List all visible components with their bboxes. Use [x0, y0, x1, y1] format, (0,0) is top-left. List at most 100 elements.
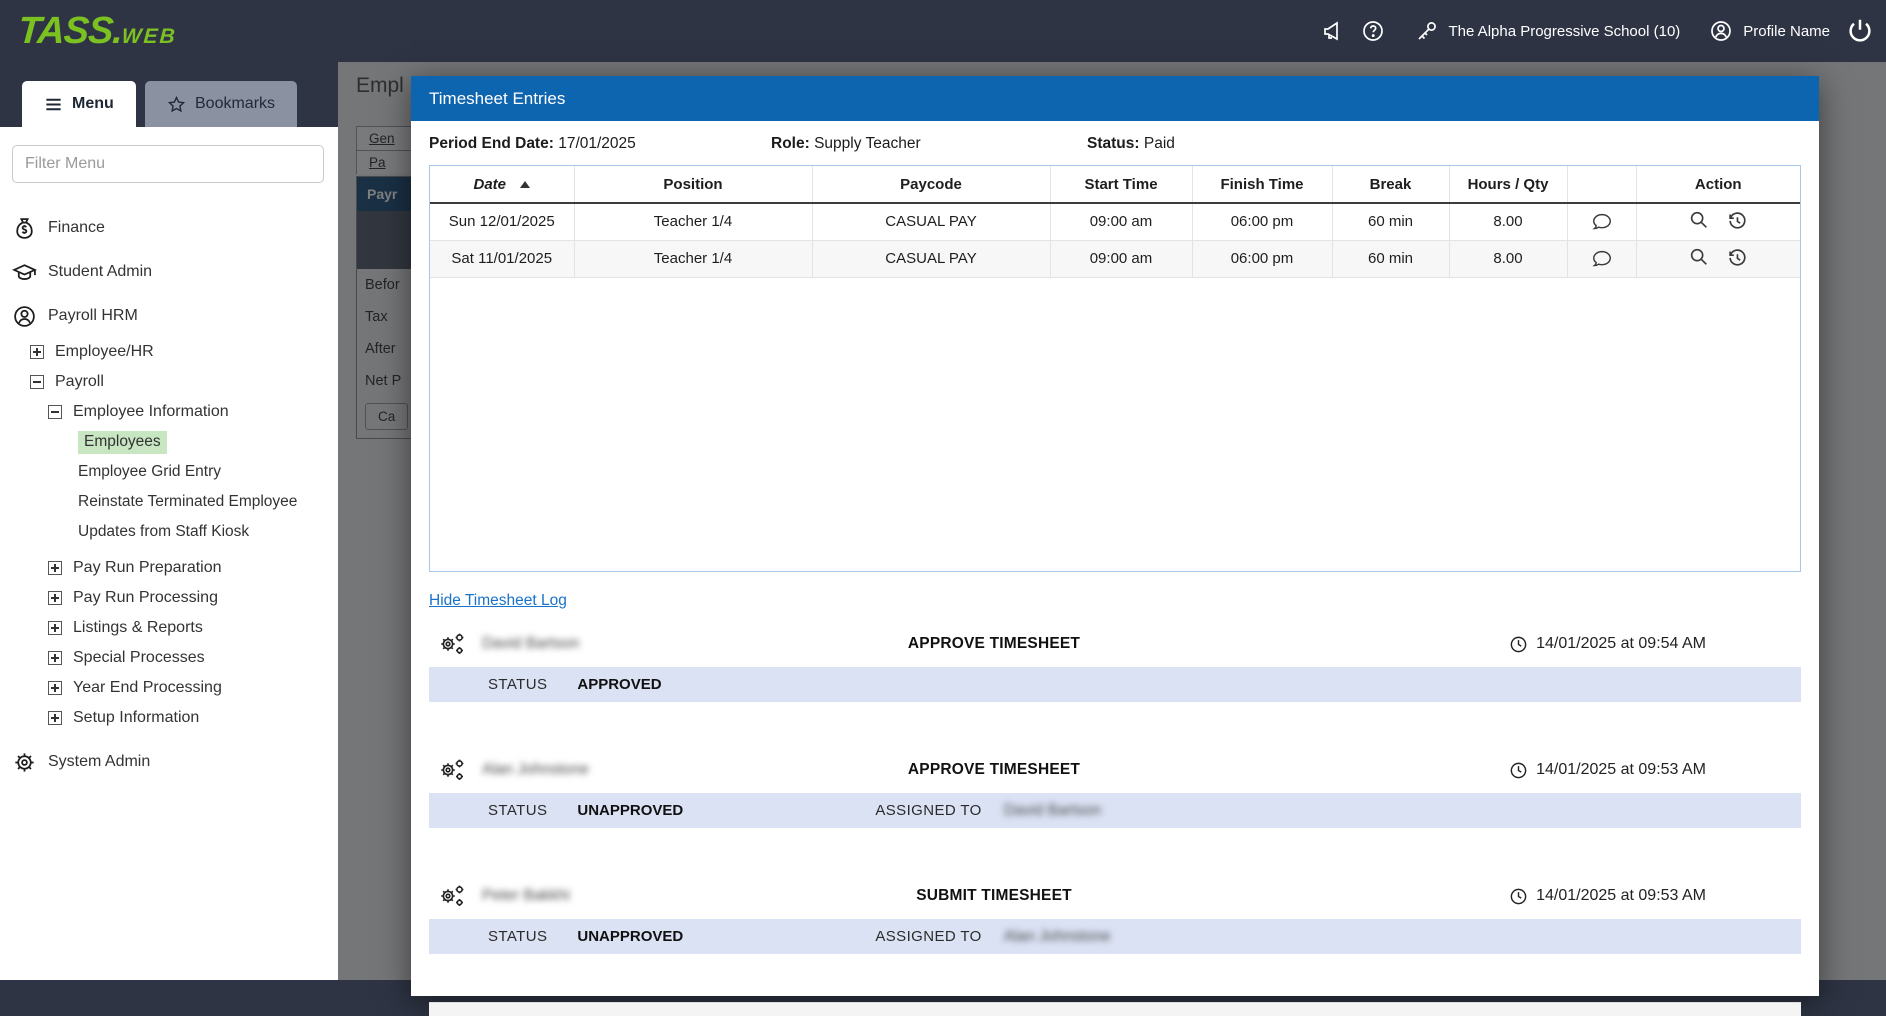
log-assigned-label: ASSIGNED TO: [875, 802, 981, 819]
log-assigned-value: David Bartson: [1004, 802, 1101, 820]
log-action-label: APPROVE TIMESHEET: [779, 761, 1209, 779]
cell-break: 60 min: [1332, 203, 1449, 240]
status-value: Paid: [1144, 135, 1175, 152]
sidebar-item-pay-run-processing[interactable]: Pay Run Processing: [48, 583, 332, 613]
comment-bubble-icon[interactable]: [1591, 211, 1613, 233]
table-row[interactable]: Sun 12/01/2025 Teacher 1/4 CASUAL PAY 09…: [430, 203, 1800, 240]
column-header-comment: [1567, 166, 1636, 203]
logo-text-web: WEB: [121, 25, 178, 48]
sidebar-item-employee-information[interactable]: Employee Information: [48, 397, 332, 427]
sidebar-item-updates-from-staff-kiosk[interactable]: Updates from Staff Kiosk: [78, 517, 332, 547]
tab-menu[interactable]: Menu: [22, 81, 136, 127]
sidebar-item-payroll[interactable]: Payroll: [30, 367, 332, 397]
profile-name: Profile Name: [1743, 23, 1830, 40]
table-header-row: Date Position Paycode Start Time Finish …: [430, 166, 1800, 203]
sidebar-item-employee-grid-entry[interactable]: Employee Grid Entry: [78, 457, 332, 487]
view-details-magnifier-icon[interactable]: [1688, 209, 1710, 231]
timesheet-entries-modal: Timesheet Entries Period End Date: 17/01…: [411, 76, 1819, 996]
expander-minus-icon[interactable]: [48, 405, 62, 419]
sidebar-item-payroll-hrm[interactable]: Payroll HRM: [12, 301, 332, 331]
column-header-date[interactable]: Date: [430, 166, 574, 203]
log-user-name: Peter Bakkhi: [482, 887, 570, 905]
column-header-paycode[interactable]: Paycode: [812, 166, 1050, 203]
sidebar-item-label: Employee Information: [73, 403, 229, 421]
cell-date: Sat 11/01/2025: [430, 240, 574, 277]
main-content-area: Empl Gen Pa Payr Befor Tax After Net P C…: [338, 62, 1886, 980]
sidebar-item-label: Reinstate Terminated Employee: [78, 493, 297, 511]
table-row[interactable]: Sat 11/01/2025 Teacher 1/4 CASUAL PAY 09…: [430, 240, 1800, 277]
logout-power-icon[interactable]: [1844, 15, 1876, 47]
expander-plus-icon[interactable]: [30, 345, 44, 359]
graduation-cap-icon: [12, 260, 37, 285]
cell-start-time: 09:00 am: [1050, 203, 1192, 240]
sidebar-item-employee-hr[interactable]: Employee/HR: [30, 337, 332, 367]
hide-timesheet-log-link[interactable]: Hide Timesheet Log: [429, 592, 567, 610]
sidebar-item-employees[interactable]: Employees: [78, 427, 332, 457]
expander-plus-icon[interactable]: [48, 591, 62, 605]
menu-tab-label: Menu: [72, 95, 114, 113]
expander-minus-icon[interactable]: [30, 375, 44, 389]
sidebar-item-listings-reports[interactable]: Listings & Reports: [48, 613, 332, 643]
log-entry: Alan Johnstone APPROVE TIMESHEET 14/01/2…: [429, 750, 1801, 828]
sidebar-item-pay-run-preparation[interactable]: Pay Run Preparation: [48, 553, 332, 583]
sidebar-item-student-admin[interactable]: Student Admin: [12, 257, 332, 287]
column-header-hours-qty[interactable]: Hours / Qty: [1449, 166, 1567, 203]
column-header-position[interactable]: Position: [574, 166, 812, 203]
log-status-row: STATUS APPROVED: [429, 667, 1801, 702]
log-status-value: UNAPPROVED: [577, 928, 817, 945]
sidebar-item-label: Finance: [48, 219, 105, 237]
log-status-label: STATUS: [488, 676, 547, 693]
profile-menu[interactable]: Profile Name: [1708, 18, 1830, 44]
sidebar-item-label: Pay Run Processing: [73, 589, 218, 607]
cell-date: Sun 12/01/2025: [430, 203, 574, 240]
log-status-label: STATUS: [488, 928, 547, 945]
log-status-value: UNAPPROVED: [577, 802, 817, 819]
workflow-gears-icon: [438, 882, 466, 910]
view-details-magnifier-icon[interactable]: [1688, 246, 1710, 268]
sidebar-item-special-processes[interactable]: Special Processes: [48, 643, 332, 673]
cell-hours-qty: 8.00: [1449, 203, 1567, 240]
column-header-break[interactable]: Break: [1332, 166, 1449, 203]
sidebar-item-system-admin[interactable]: System Admin: [12, 747, 332, 777]
period-end-date-label: Period End Date:: [429, 135, 554, 152]
next-log-entry-partial: [429, 1002, 1801, 1016]
column-header-start-time[interactable]: Start Time: [1050, 166, 1192, 203]
log-action-label: SUBMIT TIMESHEET: [779, 887, 1209, 905]
workflow-gears-icon: [438, 630, 466, 658]
school-selector[interactable]: The Alpha Progressive School (10): [1414, 18, 1681, 44]
person-circle-icon: [12, 304, 37, 329]
status-label: Status:: [1087, 135, 1140, 152]
log-user-name: Alan Johnstone: [482, 761, 589, 779]
sidebar-item-finance[interactable]: Finance: [12, 213, 332, 243]
log-status-row: STATUS UNAPPROVED ASSIGNED TO David Bart…: [429, 793, 1801, 828]
top-bar: TASS.WEB The Alpha Progressive School (1…: [0, 0, 1886, 62]
sidebar-item-label: Setup Information: [73, 709, 199, 727]
expander-plus-icon[interactable]: [48, 651, 62, 665]
expander-plus-icon[interactable]: [48, 561, 62, 575]
expander-plus-icon[interactable]: [48, 681, 62, 695]
sidebar-item-reinstate-terminated-employee[interactable]: Reinstate Terminated Employee: [78, 487, 332, 517]
log-entry: Peter Bakkhi SUBMIT TIMESHEET 14/01/2025…: [429, 876, 1801, 954]
cell-finish-time: 06:00 pm: [1192, 203, 1332, 240]
cell-position: Teacher 1/4: [574, 203, 812, 240]
tab-bookmarks[interactable]: Bookmarks: [145, 81, 297, 127]
log-action-label: APPROVE TIMESHEET: [779, 635, 1209, 653]
sidebar-item-label: Year End Processing: [73, 679, 222, 697]
expander-plus-icon[interactable]: [48, 711, 62, 725]
log-assigned-label: ASSIGNED TO: [875, 928, 981, 945]
history-icon[interactable]: [1726, 246, 1748, 268]
announcements-megaphone-icon[interactable]: [1320, 18, 1346, 44]
help-icon[interactable]: [1360, 18, 1386, 44]
sidebar-item-year-end-processing[interactable]: Year End Processing: [48, 673, 332, 703]
comment-bubble-icon[interactable]: [1591, 248, 1613, 270]
cell-break: 60 min: [1332, 240, 1449, 277]
expander-plus-icon[interactable]: [48, 621, 62, 635]
role-value: Supply Teacher: [814, 135, 921, 152]
history-icon[interactable]: [1726, 209, 1748, 231]
sidebar-item-label: Listings & Reports: [73, 619, 203, 637]
column-header-finish-time[interactable]: Finish Time: [1192, 166, 1332, 203]
filter-menu-input[interactable]: [12, 145, 324, 183]
sidebar-item-label: Payroll HRM: [48, 307, 138, 325]
key-icon: [1414, 18, 1440, 44]
sidebar-item-setup-information[interactable]: Setup Information: [48, 703, 332, 733]
